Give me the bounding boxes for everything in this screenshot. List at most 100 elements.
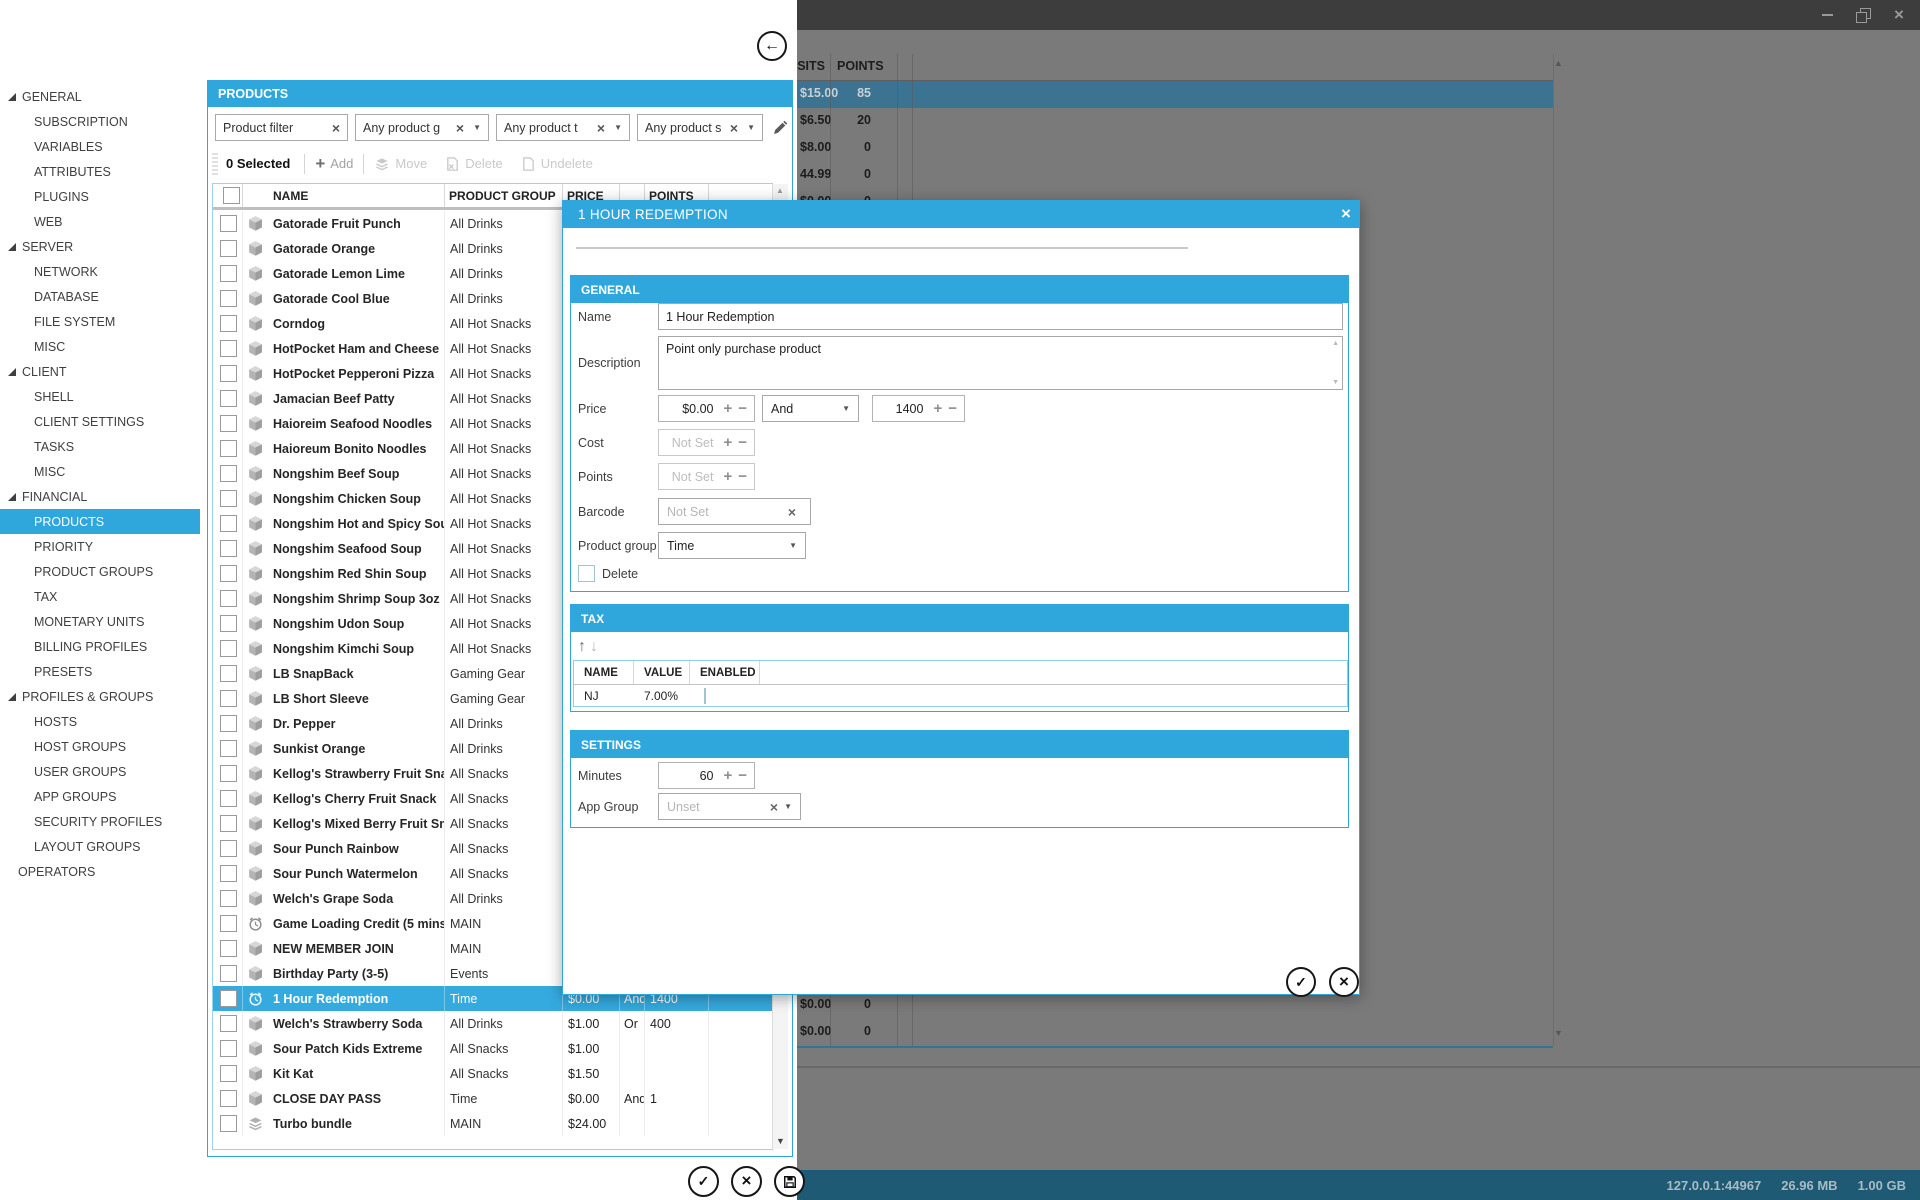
drag-handle[interactable]	[212, 153, 218, 175]
row-checkbox[interactable]	[220, 740, 237, 757]
row-checkbox[interactable]	[220, 865, 237, 882]
sidebar-item-hosts[interactable]: HOSTS	[0, 709, 200, 734]
table-row[interactable]: Kit Kat All Snacks $1.50	[213, 1061, 772, 1086]
cancel-button[interactable]: ×	[731, 1166, 762, 1197]
row-checkbox[interactable]	[220, 465, 237, 482]
row-checkbox[interactable]	[220, 265, 237, 282]
dialog-ok-button[interactable]: ✓	[1286, 967, 1316, 997]
clear-filter-icon[interactable]: ×	[456, 120, 464, 136]
row-checkbox[interactable]	[220, 965, 237, 982]
back-button[interactable]: ←	[757, 31, 787, 61]
edit-filter-icon[interactable]	[771, 119, 789, 137]
sidebar-item-tax[interactable]: TAX	[0, 584, 200, 609]
tax-column-enabled[interactable]: ENABLED	[690, 661, 760, 684]
increment-icon[interactable]: +	[933, 401, 942, 416]
row-checkbox[interactable]	[220, 1065, 237, 1082]
row-checkbox[interactable]	[220, 1015, 237, 1032]
sidebar-item-operators[interactable]: OPERATORS	[0, 859, 200, 884]
product-filter-input[interactable]: Product filter ×	[215, 114, 348, 141]
price-stepper[interactable]: $0.00 + −	[658, 395, 755, 422]
scroll-up-icon[interactable]: ▲	[1554, 58, 1563, 68]
row-checkbox[interactable]	[220, 915, 237, 932]
sidebar-item-variables[interactable]: VARIABLES	[0, 134, 200, 159]
clear-icon[interactable]: ×	[788, 504, 796, 520]
row-checkbox[interactable]	[220, 415, 237, 432]
sidebar-item-attributes[interactable]: ATTRIBUTES	[0, 159, 200, 184]
product-group-select[interactable]: Time ▼	[658, 532, 806, 559]
scroll-down-icon[interactable]: ▼	[776, 1136, 785, 1146]
row-checkbox[interactable]	[220, 990, 237, 1007]
decrement-icon[interactable]: −	[738, 435, 747, 450]
dropdown-arrow-icon[interactable]: ▼	[473, 123, 481, 132]
clear-filter-icon[interactable]: ×	[730, 120, 738, 136]
row-checkbox[interactable]	[220, 815, 237, 832]
increment-icon[interactable]: +	[723, 768, 732, 783]
dropdown-arrow-icon[interactable]: ▼	[842, 404, 850, 413]
decrement-icon[interactable]: −	[738, 768, 747, 783]
row-checkbox[interactable]	[220, 440, 237, 457]
row-checkbox[interactable]	[220, 290, 237, 307]
sidebar-item-web[interactable]: WEB	[0, 209, 200, 234]
column-product-group[interactable]: PRODUCT GROUP	[445, 184, 563, 207]
sidebar-item-security-profiles[interactable]: SECURITY PROFILES	[0, 809, 200, 834]
row-checkbox[interactable]	[220, 940, 237, 957]
barcode-field[interactable]: Not Set ×	[658, 498, 811, 525]
row-checkbox[interactable]	[220, 1090, 237, 1107]
points-stepper[interactable]: Not Set + −	[658, 463, 755, 490]
row-checkbox[interactable]	[220, 340, 237, 357]
delete-checkbox[interactable]	[578, 565, 595, 582]
row-checkbox[interactable]	[220, 790, 237, 807]
sidebar-item-billing-profiles[interactable]: BILLING PROFILES	[0, 634, 200, 659]
save-button[interactable]	[774, 1166, 805, 1197]
background-table-row[interactable]: 44.99 0	[797, 162, 1553, 189]
row-checkbox[interactable]	[220, 490, 237, 507]
scroll-down-icon[interactable]: ▼	[1554, 1028, 1563, 1038]
minutes-stepper[interactable]: 60 + −	[658, 762, 755, 789]
tree-expand-icon[interactable]	[8, 368, 16, 376]
description-field[interactable]: Point only purchase product ▲▼	[658, 336, 1343, 390]
decrement-icon[interactable]: −	[948, 401, 957, 416]
row-checkbox[interactable]	[220, 590, 237, 607]
tax-column-value[interactable]: VALUE	[634, 661, 690, 684]
sidebar-item-monetary-units[interactable]: MONETARY UNITS	[0, 609, 200, 634]
sidebar-item-presets[interactable]: PRESETS	[0, 659, 200, 684]
textarea-scroll-icons[interactable]: ▲▼	[1332, 340, 1339, 386]
tax-row[interactable]: NJ 7.00%	[574, 685, 1347, 707]
product-group-filter[interactable]: Any product g × ▼	[355, 114, 489, 141]
sidebar-item-user-groups[interactable]: USER GROUPS	[0, 759, 200, 784]
dropdown-arrow-icon[interactable]: ▼	[614, 123, 622, 132]
sidebar-item-financial[interactable]: FINANCIAL	[0, 484, 200, 509]
sidebar-item-general[interactable]: GENERAL	[0, 84, 200, 109]
sidebar-item-products[interactable]: PRODUCTS	[0, 509, 200, 534]
tax-enabled-checkbox[interactable]	[704, 688, 706, 704]
sidebar-item-host-groups[interactable]: HOST GROUPS	[0, 734, 200, 759]
sidebar-item-tasks[interactable]: TASKS	[0, 434, 200, 459]
sidebar-item-network[interactable]: NETWORK	[0, 259, 200, 284]
row-checkbox[interactable]	[220, 315, 237, 332]
background-table-row[interactable]: $0.00 0	[797, 1019, 1553, 1046]
apply-button[interactable]: ✓	[688, 1166, 719, 1197]
select-all-checkbox[interactable]	[223, 187, 240, 204]
decrement-icon[interactable]: −	[738, 469, 747, 484]
row-checkbox[interactable]	[220, 1040, 237, 1057]
table-row[interactable]: Turbo bundle MAIN $24.00	[213, 1111, 772, 1136]
sidebar-item-product-groups[interactable]: PRODUCT GROUPS	[0, 559, 200, 584]
row-checkbox[interactable]	[220, 890, 237, 907]
column-name[interactable]: NAME	[269, 184, 445, 207]
dialog-close-icon[interactable]: ×	[1335, 203, 1357, 225]
sidebar-item-profiles-groups[interactable]: PROFILES & GROUPS	[0, 684, 200, 709]
table-row[interactable]: Welch's Strawberry Soda All Drinks $1.00…	[213, 1011, 772, 1036]
row-checkbox[interactable]	[220, 640, 237, 657]
sidebar-item-client[interactable]: CLIENT	[0, 359, 200, 384]
tax-column-name[interactable]: NAME	[574, 661, 634, 684]
row-checkbox[interactable]	[220, 365, 237, 382]
delete-button[interactable]: Delete	[445, 156, 503, 172]
dropdown-arrow-icon[interactable]: ▼	[784, 802, 792, 811]
dropdown-arrow-icon[interactable]: ▼	[747, 123, 755, 132]
clear-icon[interactable]: ×	[770, 799, 778, 815]
row-checkbox[interactable]	[220, 540, 237, 557]
tree-expand-icon[interactable]	[8, 93, 16, 101]
row-checkbox[interactable]	[220, 515, 237, 532]
scroll-up-icon[interactable]: ▲	[776, 186, 784, 195]
close-button[interactable]: ×	[1892, 8, 1906, 22]
